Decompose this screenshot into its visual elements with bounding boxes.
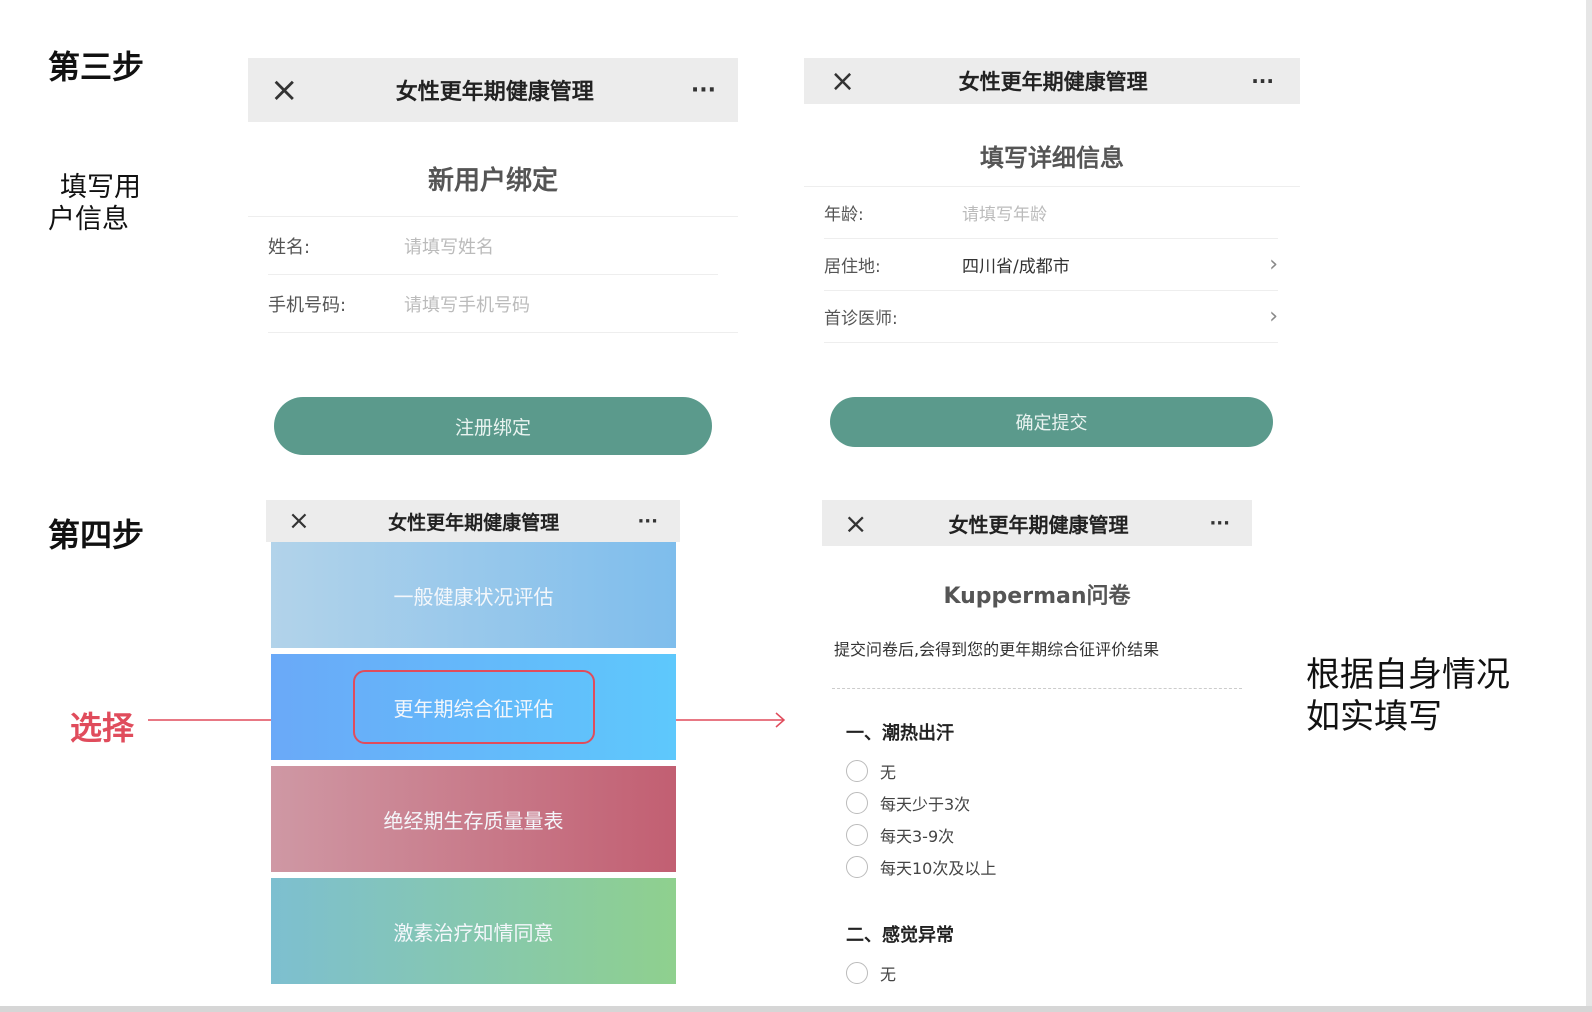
section-title: 一、潮热出汗 xyxy=(846,723,954,744)
submit-button-label: 确定提交 xyxy=(1015,413,1088,434)
register-button[interactable]: 注册绑定 xyxy=(274,397,712,455)
dashed-divider xyxy=(832,688,1242,689)
navbar: × 女性更年期健康管理 ··· xyxy=(822,500,1252,546)
residence-row[interactable]: 居住地: 四川省/成都市 › xyxy=(824,239,1278,291)
register-button-label: 注册绑定 xyxy=(454,416,531,439)
radio-option-label: 每天10次及以上 xyxy=(880,859,997,878)
radio-option[interactable]: 无 xyxy=(846,755,1252,787)
more-icon[interactable]: ··· xyxy=(1209,513,1230,534)
residence-value[interactable]: 四川省/成都市 xyxy=(962,252,1070,277)
residence-label: 居住地: xyxy=(824,257,881,277)
questionnaire-subtitle: 提交问卷后,会得到您的更年期综合征评价结果 xyxy=(834,640,1160,659)
step3-note-line1: 填写用 xyxy=(60,172,141,203)
page-title: 新用户绑定 xyxy=(248,160,738,217)
navbar: × 女性更年期健康管理 ··· xyxy=(248,58,738,122)
screen-detail: × 女性更年期健康管理 ··· 填写详细信息 年龄: 请填写年龄 居住地: 四川… xyxy=(804,58,1300,458)
phone-input[interactable]: 请填写手机号码 xyxy=(404,291,530,317)
step3-title: 第三步 xyxy=(48,48,145,86)
radio-option-label: 无 xyxy=(880,965,897,984)
highlight-box xyxy=(353,670,595,744)
radio-option[interactable]: 无 xyxy=(846,957,1252,989)
screen-bind: × 女性更年期健康管理 ··· 新用户绑定 姓名: 请填写姓名 手机号码: 请填… xyxy=(248,58,738,468)
doctor-label: 首诊医师: xyxy=(824,309,898,329)
app-title: 女性更年期健康管理 xyxy=(958,70,1148,94)
close-icon[interactable]: × xyxy=(844,507,867,540)
vertical-scrollbar[interactable] xyxy=(1586,0,1592,1006)
step3-note-line2: 户信息 xyxy=(48,204,129,235)
menu-card-label: 激素治疗知情同意 xyxy=(393,920,554,945)
submit-button[interactable]: 确定提交 xyxy=(830,397,1273,447)
radio-option[interactable]: 每天少于3次 xyxy=(846,787,1252,819)
question-list: 一、潮热出汗无每天少于3次 每天3-9次 每天10次及以上 二、感觉异常无 xyxy=(822,719,1252,989)
questionnaire-title: Kupperman问卷 xyxy=(943,584,1131,609)
menu-card[interactable]: 一般健康状况评估 xyxy=(271,542,676,648)
radio-option[interactable]: 每天3-9次 xyxy=(846,819,1252,851)
screen-menu: × 女性更年期健康管理 ··· 一般健康状况评估更年期综合征评估绝经期生存质量量… xyxy=(266,500,680,990)
right-note-line2: 如实填写 xyxy=(1306,697,1442,737)
radio-circle-icon[interactable] xyxy=(846,856,868,878)
horizontal-scrollbar[interactable] xyxy=(0,1006,1592,1012)
more-icon[interactable]: ··· xyxy=(637,511,658,532)
menu-card[interactable]: 绝经期生存质量量表 xyxy=(271,766,676,872)
navbar: × 女性更年期健康管理 ··· xyxy=(266,500,680,542)
name-label: 姓名: xyxy=(268,236,311,258)
right-note-line1: 根据自身情况 xyxy=(1306,655,1510,695)
age-input[interactable]: 请填写年龄 xyxy=(962,200,1047,225)
app-title: 女性更年期健康管理 xyxy=(388,511,560,534)
right-note: 根据自身情况 如实填写 xyxy=(1306,654,1510,738)
step3-note: 填写用 户信息 xyxy=(48,172,141,236)
radio-circle-icon[interactable] xyxy=(846,824,868,846)
age-label: 年龄: xyxy=(824,205,864,225)
menu-card-label: 绝经期生存质量量表 xyxy=(383,808,564,833)
radio-circle-icon[interactable] xyxy=(846,792,868,814)
close-icon[interactable]: × xyxy=(288,506,310,536)
chevron-right-icon: › xyxy=(1269,252,1278,277)
step4-title: 第四步 xyxy=(48,516,145,554)
screen-questionnaire: × 女性更年期健康管理 ··· Kupperman问卷 提交问卷后,会得到您的更… xyxy=(822,500,1252,990)
menu-card-list: 一般健康状况评估更年期综合征评估绝经期生存质量量表 激素治疗知情同意 xyxy=(266,542,680,984)
menu-card[interactable]: 更年期综合征评估 xyxy=(271,654,676,760)
phone-row[interactable]: 手机号码: 请填写手机号码 xyxy=(268,275,738,333)
phone-label: 手机号码: xyxy=(268,294,347,316)
menu-card[interactable]: 激素治疗知情同意 xyxy=(271,878,676,984)
name-input[interactable]: 请填写姓名 xyxy=(404,233,494,259)
navbar: × 女性更年期健康管理 ··· xyxy=(804,58,1300,104)
radio-option-label: 无 xyxy=(880,763,897,782)
radio-option-label: 每天3-9次 xyxy=(880,827,955,846)
app-title: 女性更年期健康管理 xyxy=(395,80,594,105)
chevron-right-icon: › xyxy=(1269,304,1278,329)
name-row[interactable]: 姓名: 请填写姓名 xyxy=(268,217,718,275)
radio-circle-icon[interactable] xyxy=(846,962,868,984)
page-title: 填写详细信息 xyxy=(804,138,1300,187)
age-row[interactable]: 年龄: 请填写年龄 xyxy=(824,187,1278,239)
radio-circle-icon[interactable] xyxy=(846,760,868,782)
close-icon[interactable]: × xyxy=(270,70,299,110)
more-icon[interactable]: ··· xyxy=(691,78,716,103)
select-label: 选择 xyxy=(70,709,135,747)
doctor-row[interactable]: 首诊医师: › xyxy=(824,291,1278,343)
section-title: 二、感觉异常 xyxy=(846,925,954,946)
more-icon[interactable]: ··· xyxy=(1251,69,1274,93)
menu-card-label: 一般健康状况评估 xyxy=(393,584,554,609)
close-icon[interactable]: × xyxy=(830,64,855,99)
radio-option[interactable]: 每天10次及以上 xyxy=(846,851,1252,883)
radio-option-label: 每天少于3次 xyxy=(880,795,971,814)
app-title: 女性更年期健康管理 xyxy=(948,512,1129,537)
